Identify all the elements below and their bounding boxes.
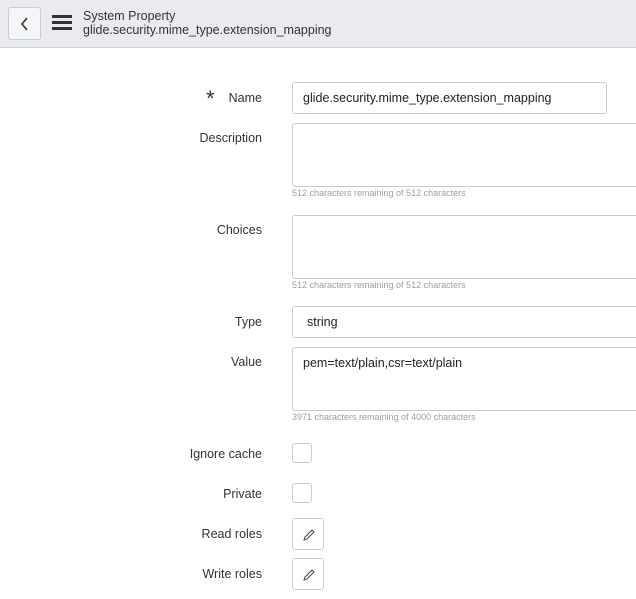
ignore-cache-checkbox[interactable]: [292, 443, 312, 463]
ignore-cache-label: Ignore cache: [189, 447, 262, 461]
description-hint: 512 characters remaining of 512 characte…: [292, 188, 466, 198]
back-button[interactable]: [8, 7, 41, 40]
value-textarea[interactable]: pem=text/plain,csr=text/plain: [292, 347, 636, 411]
read-roles-label: Read roles: [201, 527, 262, 541]
page-title: System Property: [83, 9, 176, 23]
value-label: Value: [230, 355, 262, 369]
header: System Property glide.security.mime_type…: [0, 0, 636, 48]
hamburger-menu-icon[interactable]: [52, 15, 72, 31]
pencil-icon: [303, 529, 315, 541]
private-label: Private: [223, 487, 262, 501]
read-roles-edit-button[interactable]: [292, 518, 324, 550]
choices-textarea[interactable]: [292, 215, 636, 279]
type-select[interactable]: string: [292, 306, 636, 338]
page-subtitle: glide.security.mime_type.extension_mappi…: [83, 23, 332, 37]
name-label: Name: [228, 91, 262, 105]
write-roles-label: Write roles: [202, 567, 262, 581]
choices-hint: 512 characters remaining of 512 characte…: [292, 280, 466, 290]
chevron-left-icon: [20, 17, 28, 31]
name-input[interactable]: glide.security.mime_type.extension_mappi…: [292, 82, 607, 114]
description-label: Description: [199, 131, 262, 145]
value-hint: 3971 characters remaining of 4000 charac…: [292, 412, 476, 422]
pencil-icon: [303, 569, 315, 581]
description-textarea[interactable]: [292, 123, 636, 187]
private-checkbox[interactable]: [292, 483, 312, 503]
choices-label: Choices: [216, 223, 262, 237]
required-icon: *: [206, 86, 215, 111]
write-roles-edit-button[interactable]: [292, 558, 324, 590]
type-label: Type: [234, 315, 262, 329]
